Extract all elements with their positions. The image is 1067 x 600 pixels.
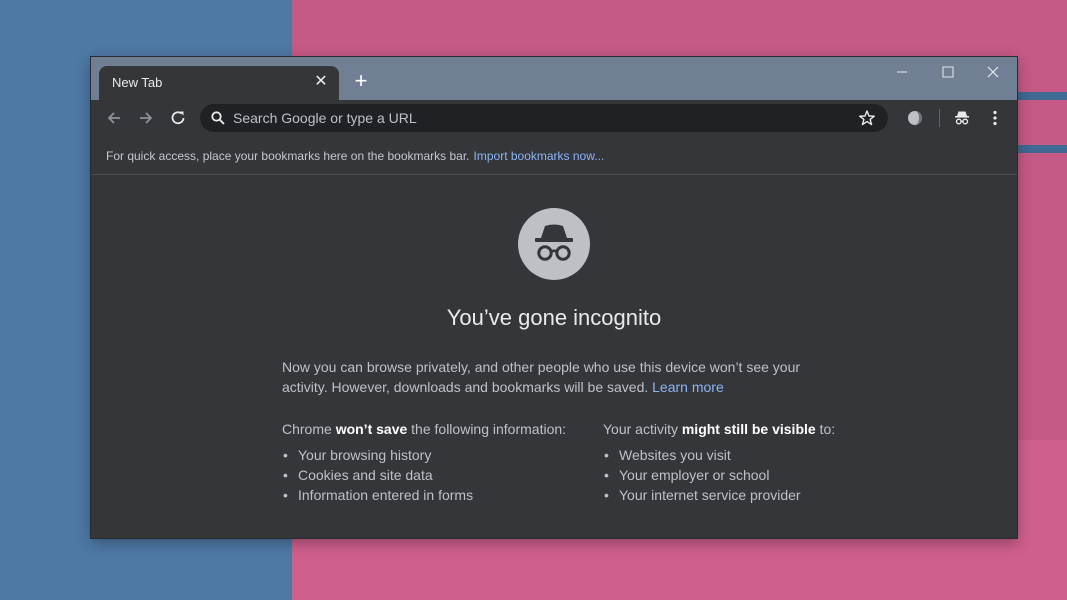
learn-more-link[interactable]: Learn more <box>652 379 724 395</box>
browser-window: New Tab ✕ + Search Google or type a URL … <box>91 57 1017 538</box>
incognito-icon[interactable] <box>952 108 972 128</box>
heading-prefix: Chrome <box>282 421 336 437</box>
list-item: Your employer or school <box>604 465 913 485</box>
tab-new-tab[interactable]: New Tab ✕ <box>99 66 339 100</box>
tab-close-button[interactable]: ✕ <box>312 73 330 91</box>
star-icon[interactable] <box>858 109 876 127</box>
forward-arrow-icon[interactable] <box>136 108 156 128</box>
page-title: You’ve gone incognito <box>446 305 662 330</box>
still-visible-list: Websites you visit Your employer or scho… <box>603 445 913 505</box>
minimize-icon[interactable] <box>891 63 913 81</box>
bookmarks-bar-hint: For quick access, place your bookmarks h… <box>106 149 470 163</box>
toolbar: Search Google or type a URL <box>91 100 1017 136</box>
incognito-avatar-icon <box>518 208 590 280</box>
title-bar[interactable]: New Tab ✕ + <box>91 57 1017 100</box>
maximize-icon[interactable] <box>937 63 959 81</box>
list-item: Your browsing history <box>283 445 592 465</box>
address-bar[interactable]: Search Google or type a URL <box>200 104 888 132</box>
reload-icon[interactable] <box>168 108 188 128</box>
incognito-intro: Now you can browse privately, and other … <box>282 357 822 397</box>
new-tab-button[interactable]: + <box>349 69 373 93</box>
list-item: Websites you visit <box>604 445 913 465</box>
incognito-page: You’ve gone incognito Now you can browse… <box>91 175 1017 538</box>
bookmarks-bar-message: For quick access, place your bookmarks h… <box>106 149 604 163</box>
heading-bold: might still be visible <box>681 421 816 437</box>
list-item: Information entered in forms <box>283 485 592 505</box>
address-bar-placeholder: Search Google or type a URL <box>233 110 417 126</box>
heading-prefix: Your activity <box>603 421 682 437</box>
toolbar-divider <box>939 109 940 127</box>
still-visible-heading: Your activity might still be visible to: <box>603 421 913 437</box>
back-arrow-icon[interactable] <box>104 108 124 128</box>
import-bookmarks-link[interactable]: Import bookmarks now... <box>474 149 605 163</box>
wallpaper-seam <box>1018 92 1067 100</box>
heading-suffix: to: <box>815 421 836 437</box>
bookmarks-bar: For quick access, place your bookmarks h… <box>91 136 1017 175</box>
wont-save-list: Your browsing history Cookies and site d… <box>282 445 592 505</box>
search-icon <box>211 111 225 125</box>
list-item: Your internet service provider <box>604 485 913 505</box>
wallpaper-seam <box>1018 145 1067 153</box>
close-icon[interactable] <box>982 63 1004 81</box>
tab-title: New Tab <box>112 75 163 90</box>
list-item: Cookies and site data <box>283 465 592 485</box>
wont-save-section: Chrome won’t save the following informat… <box>282 421 592 505</box>
heading-suffix: the following information: <box>407 421 567 437</box>
wont-save-heading: Chrome won’t save the following informat… <box>282 421 592 437</box>
heading-bold: won’t save <box>335 421 408 437</box>
extension-icon[interactable] <box>905 108 925 128</box>
still-visible-section: Your activity might still be visible to:… <box>603 421 913 505</box>
menu-icon[interactable] <box>985 108 1005 128</box>
spy-icon <box>535 224 573 261</box>
